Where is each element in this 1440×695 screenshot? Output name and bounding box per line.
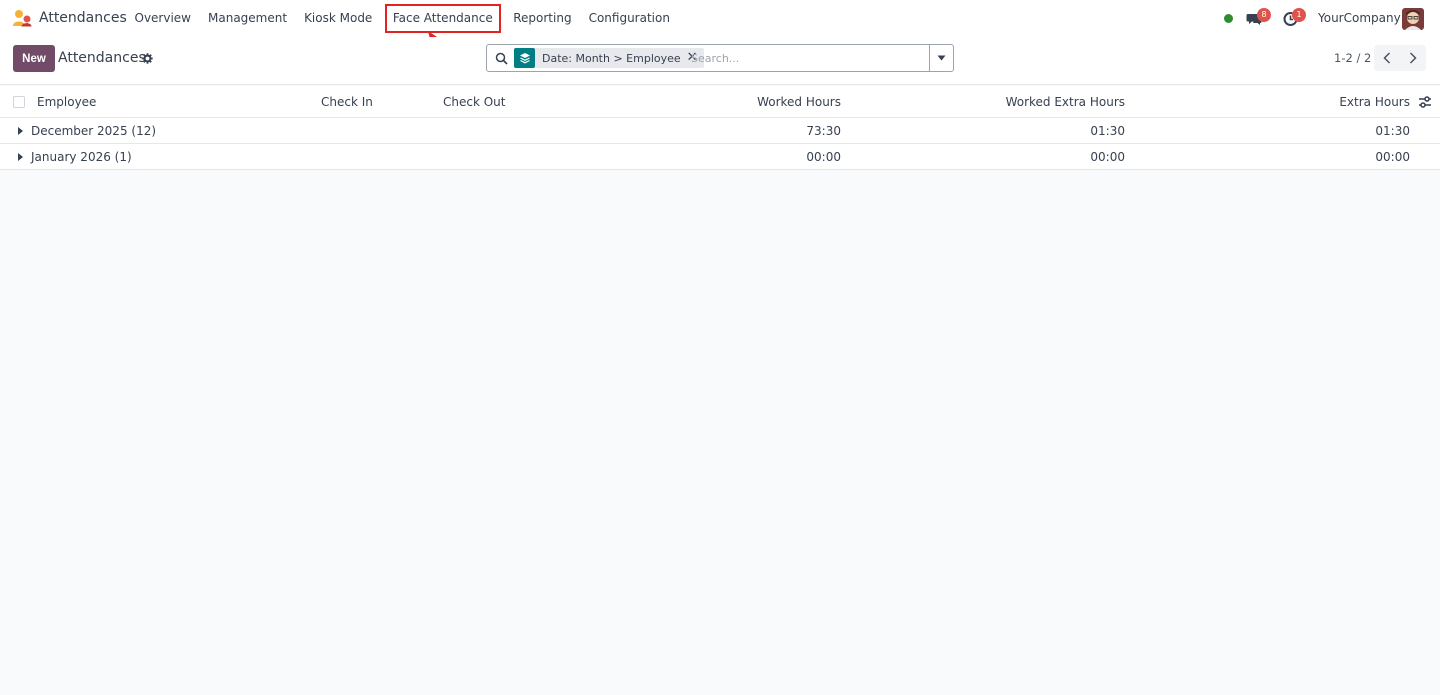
attendances-app-icon[interactable] [12,9,32,27]
user-avatar[interactable] [1402,8,1424,30]
table-header: Employee Check In Check Out Worked Hours… [0,86,1440,118]
chevron-left-icon [1383,52,1391,64]
control-panel: New Attendances Date: Month > Employee ✕… [0,37,1440,85]
group-worked-extra-hours: 00:00 [1090,150,1125,164]
company-switcher[interactable]: YourCompany [1318,11,1401,25]
column-worked-hours[interactable]: Worked Hours [757,95,841,109]
menu-management[interactable]: Management [200,0,296,37]
group-worked-hours: 73:30 [806,124,841,138]
optional-columns-toggle-icon[interactable] [1418,95,1432,109]
table-row[interactable]: January 2026 (1) 00:00 00:00 00:00 [0,144,1440,170]
new-button[interactable]: New [13,45,55,72]
search-input[interactable] [691,50,921,67]
top-navbar: Attendances Overview Management Kiosk Mo… [0,0,1440,68]
pager-previous-button[interactable] [1374,45,1400,71]
menu-overview[interactable]: Overview [126,0,200,37]
presence-status-indicator[interactable] [1224,14,1233,23]
main-menu: Overview Management Kiosk Mode Face Atte… [126,0,678,37]
layers-icon [514,48,535,68]
app-name[interactable]: Attendances [39,10,127,26]
column-check-out[interactable]: Check Out [443,95,505,109]
menu-configuration[interactable]: Configuration [580,0,678,37]
group-label: January 2026 (1) [31,150,132,164]
facet-label: Date: Month > Employee [542,51,681,65]
caret-right-icon [18,127,23,135]
column-worked-extra-hours[interactable]: Worked Extra Hours [1006,95,1125,109]
search-options-toggle[interactable] [929,45,953,71]
page-title: Attendances [58,50,146,66]
gear-icon[interactable] [142,53,153,64]
menu-reporting[interactable]: Reporting [505,0,580,37]
search-bar: Date: Month > Employee ✕ [486,44,954,72]
table-row[interactable]: December 2025 (12) 73:30 01:30 01:30 [0,118,1440,144]
chevron-right-icon [1409,52,1417,64]
menu-kiosk-mode[interactable]: Kiosk Mode [296,0,381,37]
search-facet-groupby: Date: Month > Employee ✕ [514,48,704,68]
group-label: December 2025 (12) [31,124,157,138]
group-extra-hours: 00:00 [1375,150,1410,164]
messages-badge: 8 [1257,8,1271,22]
column-employee[interactable]: Employee [37,95,96,109]
search-icon[interactable] [495,52,508,65]
pager-value[interactable]: 1-2 / 2 [1334,51,1371,65]
group-worked-extra-hours: 01:30 [1090,124,1125,138]
group-worked-hours: 00:00 [806,150,841,164]
group-extra-hours: 01:30 [1375,124,1410,138]
column-extra-hours[interactable]: Extra Hours [1339,95,1410,109]
column-check-in[interactable]: Check In [321,95,373,109]
activities-badge: 1 [1292,8,1306,22]
chevron-down-icon [937,55,946,61]
attendance-list: Employee Check In Check Out Worked Hours… [0,86,1440,170]
caret-right-icon [18,153,23,161]
pager-next-button[interactable] [1400,45,1426,71]
select-all-checkbox[interactable] [13,96,25,108]
